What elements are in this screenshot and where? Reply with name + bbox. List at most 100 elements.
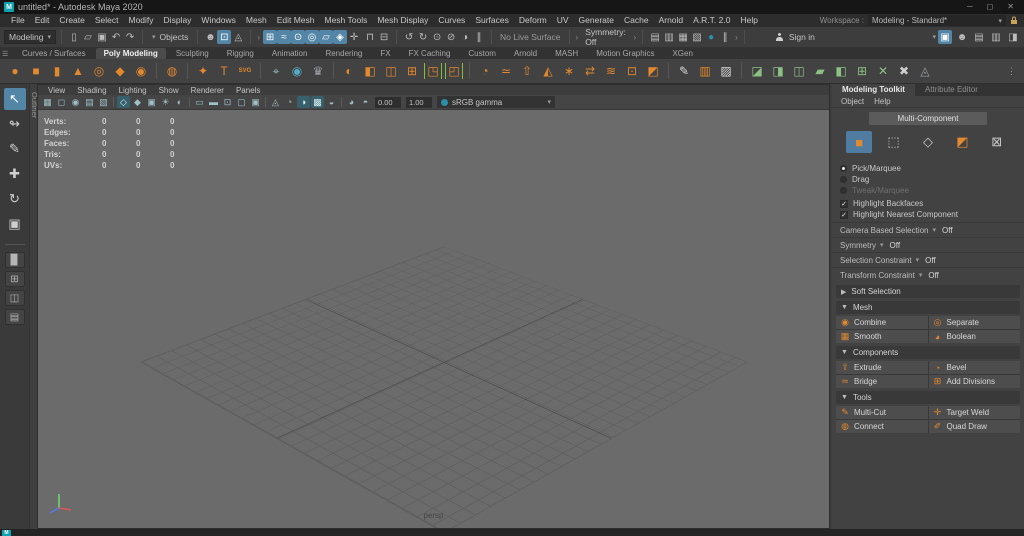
select-camera-icon[interactable]: ▦	[41, 96, 54, 108]
shaded-mode-icon[interactable]: ◆	[131, 96, 144, 108]
panel-tab[interactable]: Attribute Editor	[915, 84, 988, 96]
panel-tool-button[interactable]: ≃ Bridge	[836, 375, 928, 388]
tools-section-header[interactable]: ▼ Tools	[836, 391, 1020, 404]
channel-box-toggle[interactable]: ◨	[1006, 30, 1020, 44]
subdivide-icon[interactable]: ⊞	[403, 61, 421, 81]
textured-mode-icon[interactable]: ▣	[145, 96, 158, 108]
shelf-tab[interactable]: FX	[372, 48, 398, 59]
poly-type-icon[interactable]: T	[215, 61, 233, 81]
panel-tool-button[interactable]: ▦ Smooth	[836, 330, 928, 343]
redo-icon[interactable]: ↷	[123, 30, 137, 44]
boolean-union-icon[interactable]: ◪	[748, 61, 766, 81]
shelf-icon[interactable]	[260, 63, 261, 79]
menu-item[interactable]: Create	[54, 14, 90, 27]
average-vertices-icon[interactable]: ≋	[602, 61, 620, 81]
construction-history-icon[interactable]: ↺	[402, 30, 416, 44]
mirror-icon[interactable]: ◫	[382, 61, 400, 81]
layout-four-pane[interactable]: ⊞	[4, 271, 25, 287]
panel-tab[interactable]: Modeling Toolkit	[832, 84, 915, 96]
workspace-selector[interactable]: Modeling - Standard* ▾	[868, 15, 1006, 26]
history-toggle-icon[interactable]: ↻	[416, 30, 430, 44]
input-output-connections-icon[interactable]: ⊟	[377, 30, 391, 44]
offset-edge-loop-icon[interactable]: ▨	[717, 61, 735, 81]
output-connections-icon[interactable]: ⊘	[444, 30, 458, 44]
cut-faces-icon[interactable]: ✕	[874, 61, 892, 81]
undo-icon[interactable]: ↶	[109, 30, 123, 44]
viewport-menu-item[interactable]: Lighting	[113, 86, 153, 95]
make-live-sphere-icon[interactable]: ◉	[288, 61, 306, 81]
menu-item[interactable]: Deform	[514, 14, 552, 27]
shadows-icon[interactable]: ◐	[173, 96, 186, 108]
reduce-icon[interactable]: ◧	[361, 61, 379, 81]
exposure-field[interactable]: 0.00	[375, 96, 401, 108]
panel-tool-button[interactable]: ◔ Bevel	[928, 361, 1020, 374]
symmetrize-icon[interactable]: ⇄	[581, 61, 599, 81]
transfer-attributes-icon[interactable]: ⊡	[623, 61, 641, 81]
viewport-icon[interactable]	[189, 97, 190, 107]
shelf-tab[interactable]: MASH	[547, 48, 586, 59]
shelf-overflow-icon[interactable]: ⋮	[1007, 66, 1018, 77]
vertex-mode-icon[interactable]: ⬚	[881, 131, 907, 153]
snap-to-grid-icon[interactable]: ⊞	[263, 30, 278, 44]
camera-attributes-icon[interactable]: ◉	[69, 96, 82, 108]
poly-torus-icon[interactable]: ◎	[90, 61, 108, 81]
boolean-intersection-icon[interactable]: ◫	[790, 61, 808, 81]
checkbox-option[interactable]: Highlight Backfaces	[840, 198, 1016, 209]
shelf-icon[interactable]	[187, 63, 188, 79]
layout-persp-outliner[interactable]: ◫	[4, 290, 25, 306]
shelf-tab[interactable]: Rigging	[219, 48, 262, 59]
snap-to-curve-icon[interactable]: ≈	[277, 30, 292, 44]
radio-option[interactable]: Drag	[840, 174, 1016, 185]
select-by-hierarchy-icon[interactable]: ☻	[203, 30, 217, 44]
display-render-settings-icon[interactable]: ▧	[690, 30, 704, 44]
multi-cut-icon[interactable]: ✎	[675, 61, 693, 81]
menu-set-selector[interactable]: Modeling ▾	[4, 30, 57, 44]
menu-item[interactable]: Curves	[433, 14, 470, 27]
checkbox-option[interactable]: Highlight Nearest Component	[840, 209, 1016, 220]
pause-history-icon[interactable]: ∥	[472, 30, 486, 44]
shelf-tab[interactable]: Rendering	[317, 48, 370, 59]
maximize-button[interactable]: ◻	[987, 0, 994, 14]
wireframe-mode-icon[interactable]: ◇	[117, 96, 130, 108]
xray-icon[interactable]: ◔	[283, 96, 296, 108]
viewport-icon[interactable]	[113, 97, 114, 107]
menu-item[interactable]: A.R.T. 2.0	[688, 14, 735, 27]
panel-tool-button[interactable]: ✎ Multi-Cut	[836, 406, 928, 419]
spin-edge-icon[interactable]: ◰	[445, 63, 463, 79]
components-section-header[interactable]: ▼ Components	[836, 346, 1020, 359]
input-connections-icon[interactable]: ⊙	[430, 30, 444, 44]
paint-select-tool[interactable]: ✎	[4, 138, 26, 160]
panel-tool-button[interactable]: ◉ Combine	[836, 316, 928, 329]
menu-item[interactable]: Edit Mesh	[272, 14, 320, 27]
construction-plane-icon[interactable]: ⌖	[267, 61, 285, 81]
select-tool[interactable]: ↖	[3, 88, 26, 110]
platonic-solid-icon[interactable]: ◍	[163, 61, 181, 81]
combine-icon[interactable]: ▰	[811, 61, 829, 81]
scale-tool[interactable]: ▣	[4, 213, 26, 235]
field-chart-icon[interactable]: ⊡	[221, 96, 234, 108]
dropdown-row[interactable]: Symmetry ▾ Off	[832, 237, 1024, 252]
shelf-tab[interactable]: Custom	[460, 48, 504, 59]
pause-viewport-icon[interactable]: ∥	[718, 30, 732, 44]
dropdown-row[interactable]: Transform Constraint ▾ Off	[832, 267, 1024, 282]
object-mode-icon[interactable]: ■	[846, 131, 873, 153]
wedge-icon[interactable]: ◭	[539, 61, 557, 81]
panel-tool-button[interactable]: ✐ Quad Draw	[928, 420, 1020, 433]
menu-item[interactable]: Select	[90, 14, 124, 27]
layout-persp-graph[interactable]: ▤	[4, 309, 25, 325]
shelf-icon[interactable]	[333, 63, 334, 79]
image-plane-icon[interactable]: ▧	[97, 96, 110, 108]
selection-mask-selector[interactable]: ▾ Objects	[148, 30, 192, 44]
new-scene-icon[interactable]: ▯	[67, 30, 81, 44]
poly-plane-icon[interactable]: ◆	[111, 61, 129, 81]
layout-single-pane[interactable]: ▉	[4, 252, 25, 268]
radio-option[interactable]: Tweak/Marquee	[840, 185, 1016, 196]
dropdown-row[interactable]: Selection Constraint ▾ Off	[832, 252, 1024, 267]
menu-item[interactable]: UV	[552, 14, 574, 27]
save-scene-icon[interactable]: ▣	[95, 30, 109, 44]
shelf-icon[interactable]	[156, 63, 157, 79]
shelf-tab[interactable]: FX Caching	[401, 48, 459, 59]
viewport-icon[interactable]	[265, 97, 266, 107]
menu-item[interactable]: Windows	[196, 14, 240, 27]
group-collapse-arrow[interactable]: ›	[256, 33, 261, 42]
